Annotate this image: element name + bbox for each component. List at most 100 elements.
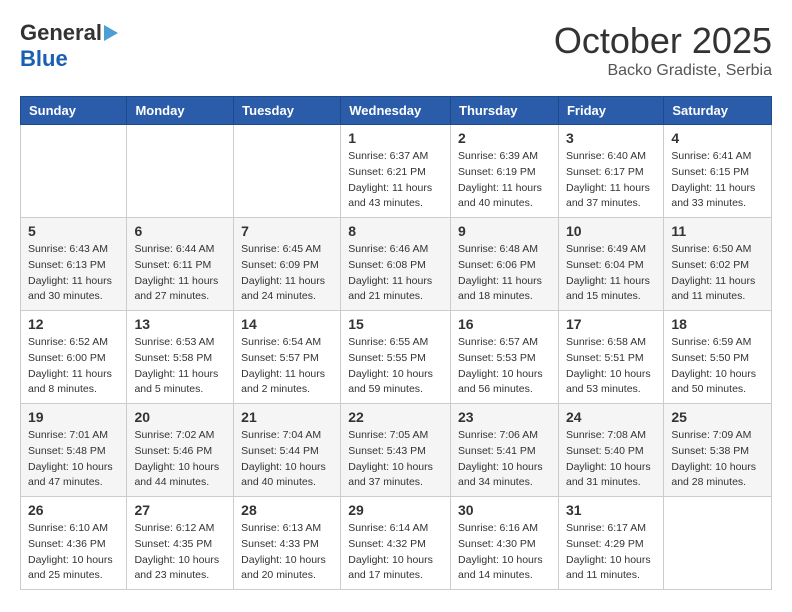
day-info: Sunrise: 6:52 AMSunset: 6:00 PMDaylight:… <box>28 335 119 398</box>
day-number: 30 <box>458 502 551 518</box>
day-of-week-header: Sunday <box>21 97 127 125</box>
day-number: 15 <box>348 316 443 332</box>
day-info: Sunrise: 7:06 AMSunset: 5:41 PMDaylight:… <box>458 428 551 491</box>
day-number: 27 <box>134 502 226 518</box>
day-number: 23 <box>458 409 551 425</box>
calendar-cell: 12Sunrise: 6:52 AMSunset: 6:00 PMDayligh… <box>21 311 127 404</box>
day-number: 5 <box>28 223 119 239</box>
day-info: Sunrise: 6:37 AMSunset: 6:21 PMDaylight:… <box>348 149 443 212</box>
day-info: Sunrise: 6:46 AMSunset: 6:08 PMDaylight:… <box>348 242 443 305</box>
calendar-cell: 23 Sunrise: 7:06 AMSunset: 5:41 PMDayligh… <box>451 404 559 497</box>
day-info: Sunrise: 7:02 AMSunset: 5:46 PMDaylight:… <box>134 428 226 491</box>
calendar-cell: 26 Sunrise: 6:10 AMSunset: 4:36 PMDayligh… <box>21 497 127 590</box>
calendar-week-row: 26 Sunrise: 6:10 AMSunset: 4:36 PMDayligh… <box>21 497 772 590</box>
day-of-week-header: Tuesday <box>234 97 341 125</box>
day-info: Sunrise: 6:54 AMSunset: 5:57 PMDaylight:… <box>241 335 333 398</box>
calendar-cell <box>234 125 341 218</box>
day-number: 14 <box>241 316 333 332</box>
calendar-header-row: SundayMondayTuesdayWednesdayThursdayFrid… <box>21 97 772 125</box>
day-number: 26 <box>28 502 119 518</box>
calendar-cell: 15 Sunrise: 6:55 AMSunset: 5:55 PMDayligh… <box>341 311 451 404</box>
day-number: 28 <box>241 502 333 518</box>
calendar-cell: 28 Sunrise: 6:13 AMSunset: 4:33 PMDayligh… <box>234 497 341 590</box>
day-info: Sunrise: 6:45 AMSunset: 6:09 PMDaylight:… <box>241 242 333 305</box>
calendar-cell <box>21 125 127 218</box>
day-number: 18 <box>671 316 764 332</box>
month-title: October 2025 <box>554 20 772 62</box>
calendar-cell: 16 Sunrise: 6:57 AMSunset: 5:53 PMDayligh… <box>451 311 559 404</box>
day-number: 10 <box>566 223 656 239</box>
day-info: Sunrise: 7:08 AMSunset: 5:40 PMDaylight:… <box>566 428 656 491</box>
day-of-week-header: Wednesday <box>341 97 451 125</box>
calendar-cell: 18 Sunrise: 6:59 AMSunset: 5:50 PMDayligh… <box>664 311 772 404</box>
day-of-week-header: Thursday <box>451 97 559 125</box>
logo-blue: Blue <box>20 46 68 72</box>
calendar-week-row: 12Sunrise: 6:52 AMSunset: 6:00 PMDayligh… <box>21 311 772 404</box>
calendar-cell: 3 Sunrise: 6:40 AMSunset: 6:17 PMDaylight… <box>558 125 663 218</box>
calendar-week-row: 19Sunrise: 7:01 AMSunset: 5:48 PMDayligh… <box>21 404 772 497</box>
day-info: Sunrise: 6:43 AMSunset: 6:13 PMDaylight:… <box>28 242 119 305</box>
day-number: 13 <box>134 316 226 332</box>
day-of-week-header: Friday <box>558 97 663 125</box>
day-info: Sunrise: 6:41 AMSunset: 6:15 PMDaylight:… <box>671 149 764 212</box>
calendar-cell: 25 Sunrise: 7:09 AMSunset: 5:38 PMDayligh… <box>664 404 772 497</box>
day-number: 4 <box>671 130 764 146</box>
calendar-week-row: 1 Sunrise: 6:37 AMSunset: 6:21 PMDaylight… <box>21 125 772 218</box>
day-number: 16 <box>458 316 551 332</box>
calendar-cell: 14 Sunrise: 6:54 AMSunset: 5:57 PMDayligh… <box>234 311 341 404</box>
day-number: 8 <box>348 223 443 239</box>
day-number: 1 <box>348 130 443 146</box>
day-number: 3 <box>566 130 656 146</box>
calendar-cell: 29Sunrise: 6:14 AMSunset: 4:32 PMDayligh… <box>341 497 451 590</box>
calendar-cell: 11 Sunrise: 6:50 AMSunset: 6:02 PMDayligh… <box>664 218 772 311</box>
day-info: Sunrise: 6:13 AMSunset: 4:33 PMDaylight:… <box>241 521 333 584</box>
calendar-cell: 27Sunrise: 6:12 AMSunset: 4:35 PMDayligh… <box>127 497 234 590</box>
day-info: Sunrise: 7:04 AMSunset: 5:44 PMDaylight:… <box>241 428 333 491</box>
calendar-cell: 5 Sunrise: 6:43 AMSunset: 6:13 PMDaylight… <box>21 218 127 311</box>
calendar-cell: 20 Sunrise: 7:02 AMSunset: 5:46 PMDayligh… <box>127 404 234 497</box>
day-info: Sunrise: 7:01 AMSunset: 5:48 PMDaylight:… <box>28 428 119 491</box>
calendar-cell: 21 Sunrise: 7:04 AMSunset: 5:44 PMDayligh… <box>234 404 341 497</box>
day-info: Sunrise: 6:58 AMSunset: 5:51 PMDaylight:… <box>566 335 656 398</box>
day-of-week-header: Monday <box>127 97 234 125</box>
day-info: Sunrise: 6:40 AMSunset: 6:17 PMDaylight:… <box>566 149 656 212</box>
location-subtitle: Backo Gradiste, Serbia <box>554 62 772 80</box>
day-info: Sunrise: 6:39 AMSunset: 6:19 PMDaylight:… <box>458 149 551 212</box>
calendar-cell: 9Sunrise: 6:48 AMSunset: 6:06 PMDaylight… <box>451 218 559 311</box>
day-number: 29 <box>348 502 443 518</box>
day-number: 24 <box>566 409 656 425</box>
calendar-cell: 30 Sunrise: 6:16 AMSunset: 4:30 PMDayligh… <box>451 497 559 590</box>
title-section: October 2025 Backo Gradiste, Serbia <box>554 20 772 80</box>
day-info: Sunrise: 6:48 AMSunset: 6:06 PMDaylight:… <box>458 242 551 305</box>
page-header: General Blue October 2025 Backo Gradiste… <box>20 20 772 80</box>
calendar-week-row: 5 Sunrise: 6:43 AMSunset: 6:13 PMDaylight… <box>21 218 772 311</box>
calendar-cell: 6Sunrise: 6:44 AMSunset: 6:11 PMDaylight… <box>127 218 234 311</box>
calendar-cell: 17Sunrise: 6:58 AMSunset: 5:51 PMDayligh… <box>558 311 663 404</box>
calendar-cell: 8 Sunrise: 6:46 AMSunset: 6:08 PMDaylight… <box>341 218 451 311</box>
day-info: Sunrise: 6:59 AMSunset: 5:50 PMDaylight:… <box>671 335 764 398</box>
logo-arrow-icon <box>104 25 118 41</box>
day-number: 25 <box>671 409 764 425</box>
calendar-cell: 10 Sunrise: 6:49 AMSunset: 6:04 PMDayligh… <box>558 218 663 311</box>
logo: General Blue <box>20 20 118 72</box>
day-info: Sunrise: 6:10 AMSunset: 4:36 PMDaylight:… <box>28 521 119 584</box>
day-number: 11 <box>671 223 764 239</box>
calendar-cell: 19Sunrise: 7:01 AMSunset: 5:48 PMDayligh… <box>21 404 127 497</box>
day-info: Sunrise: 6:44 AMSunset: 6:11 PMDaylight:… <box>134 242 226 305</box>
day-info: Sunrise: 7:09 AMSunset: 5:38 PMDaylight:… <box>671 428 764 491</box>
day-info: Sunrise: 6:53 AMSunset: 5:58 PMDaylight:… <box>134 335 226 398</box>
day-number: 22 <box>348 409 443 425</box>
day-info: Sunrise: 6:16 AMSunset: 4:30 PMDaylight:… <box>458 521 551 584</box>
day-number: 7 <box>241 223 333 239</box>
day-info: Sunrise: 6:17 AMSunset: 4:29 PMDaylight:… <box>566 521 656 584</box>
day-info: Sunrise: 7:05 AMSunset: 5:43 PMDaylight:… <box>348 428 443 491</box>
calendar-cell: 31Sunrise: 6:17 AMSunset: 4:29 PMDayligh… <box>558 497 663 590</box>
day-info: Sunrise: 6:50 AMSunset: 6:02 PMDaylight:… <box>671 242 764 305</box>
day-info: Sunrise: 6:49 AMSunset: 6:04 PMDaylight:… <box>566 242 656 305</box>
day-info: Sunrise: 6:55 AMSunset: 5:55 PMDaylight:… <box>348 335 443 398</box>
day-number: 21 <box>241 409 333 425</box>
day-info: Sunrise: 6:57 AMSunset: 5:53 PMDaylight:… <box>458 335 551 398</box>
day-of-week-header: Saturday <box>664 97 772 125</box>
day-number: 20 <box>134 409 226 425</box>
calendar-cell: 1 Sunrise: 6:37 AMSunset: 6:21 PMDaylight… <box>341 125 451 218</box>
